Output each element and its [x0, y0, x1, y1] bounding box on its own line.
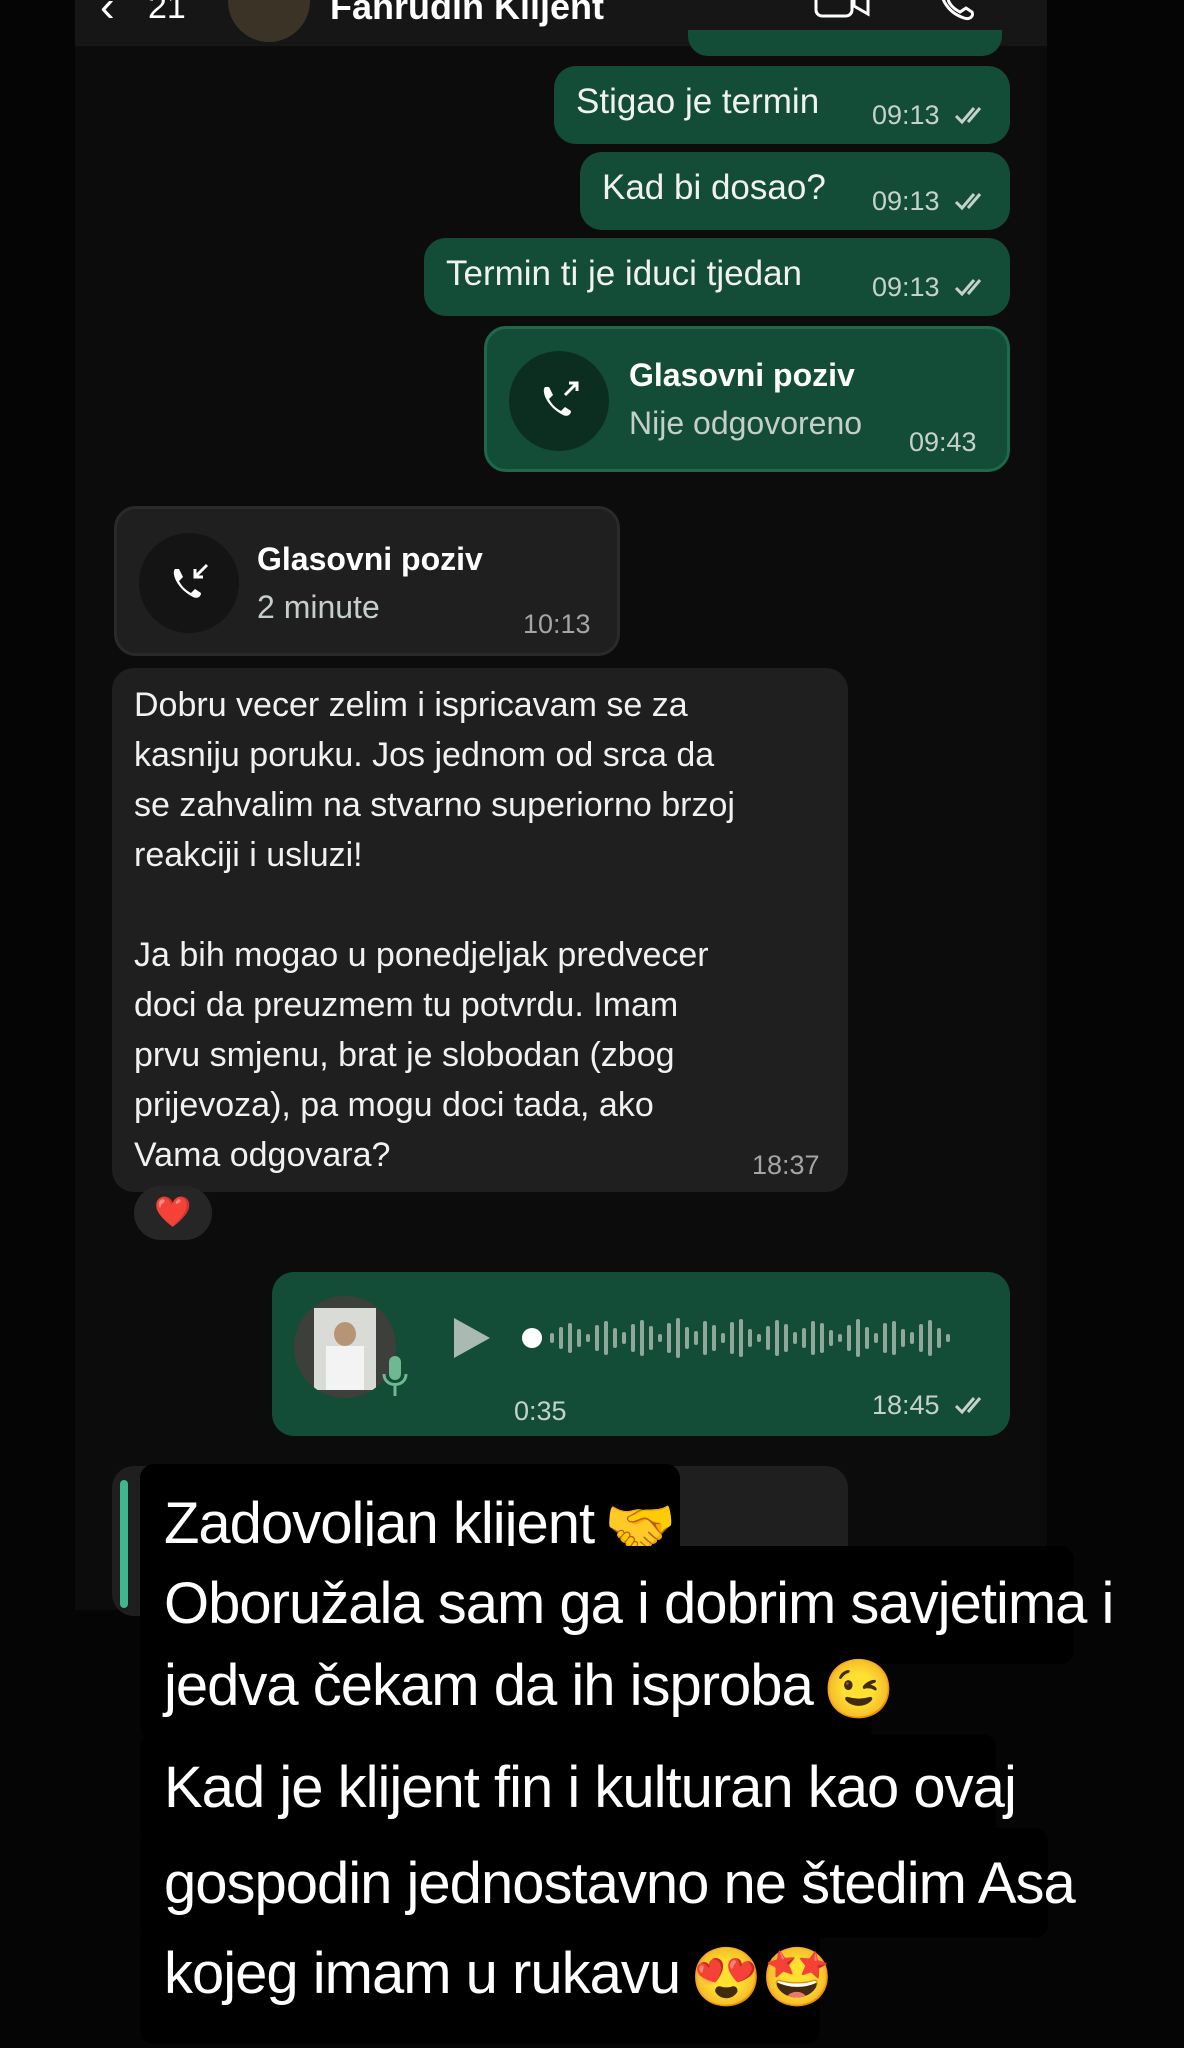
waveform-bar — [604, 1321, 608, 1355]
waveform-bar — [613, 1328, 617, 1348]
outgoing-call-icon — [509, 351, 609, 451]
message-time: 09:13 — [872, 186, 940, 216]
message-text: Kad bi dosao? — [602, 168, 826, 207]
voice-message[interactable]: 0:35 18:45 — [272, 1272, 1010, 1436]
read-ticks-icon — [954, 279, 982, 297]
video-camera-icon[interactable] — [814, 0, 870, 18]
waveform-bar — [622, 1332, 626, 1344]
back-chevron-icon[interactable]: ‹ — [100, 0, 115, 32]
message-time: 09:13 — [872, 100, 940, 130]
waveform-bar — [550, 1333, 554, 1343]
message-time: 18:37 — [752, 1150, 820, 1180]
quote-bar — [120, 1480, 128, 1608]
outgoing-message[interactable]: Kad bi dosao? 09:13 — [580, 152, 1010, 230]
outgoing-message[interactable]: Termin ti je iduci tjedan 09:13 — [424, 238, 1010, 316]
waveform-bar — [667, 1323, 671, 1353]
call-status: Nije odgovoreno — [629, 405, 863, 441]
waveform-bar — [802, 1328, 806, 1348]
read-ticks-icon — [954, 107, 982, 125]
waveform[interactable] — [522, 1308, 962, 1368]
waveform-bar — [739, 1319, 743, 1357]
phone-icon[interactable] — [936, 0, 976, 22]
message-time: 10:13 — [523, 609, 591, 639]
winking-face-emoji: 😉 — [822, 1656, 895, 1722]
waveform-bar — [901, 1329, 905, 1347]
waveform-bar — [568, 1323, 572, 1353]
story-text-line: Kad je klijent fin i kulturan kao ovaj — [140, 1734, 1017, 1842]
story-text-line: jedva čekam da ih isproba 😉 — [140, 1644, 895, 1740]
incoming-call-bubble[interactable]: Glasovni poziv 2 minute 10:13 — [114, 506, 620, 656]
waveform-bar — [658, 1334, 662, 1342]
message-paragraph: Ja bih mogao u ponedjeljak predvecer doc… — [134, 936, 709, 1174]
waveform-bar — [793, 1332, 797, 1344]
waveform-bar — [577, 1329, 581, 1347]
waveform-bar — [640, 1320, 644, 1356]
read-ticks-icon — [954, 1397, 982, 1415]
incoming-message[interactable]: Dobru vecer zelim i ispricavam se za kas… — [112, 668, 848, 1192]
waveform-bar — [919, 1324, 923, 1352]
message-paragraph: Dobru vecer zelim i ispricavam se za kas… — [134, 686, 735, 874]
story-text-line: kojeg imam u rukavu 😍🤩 — [140, 1924, 834, 2044]
previous-message-bubble[interactable] — [688, 30, 1002, 56]
waveform-bar — [730, 1322, 734, 1354]
waveform-bar — [928, 1320, 932, 1356]
waveform-bar — [775, 1320, 779, 1356]
waveform-bar — [676, 1318, 680, 1358]
playhead[interactable] — [522, 1328, 542, 1348]
waveform-bar — [820, 1323, 824, 1353]
waveform-bar — [595, 1325, 599, 1351]
outgoing-message[interactable]: Stigao je termin 09:13 — [554, 66, 1010, 144]
waveform-bar — [784, 1324, 788, 1352]
screen: ‹ 21 Fahrudin Klijent Stigao je termin 0… — [0, 0, 1184, 2048]
waveform-bar — [766, 1326, 770, 1350]
waveform-bar — [865, 1327, 869, 1349]
waveform-bar — [586, 1334, 590, 1342]
sender-avatar — [294, 1296, 396, 1398]
waveform-bar — [703, 1321, 707, 1355]
waveform-bar — [685, 1327, 689, 1349]
heart-icon: ❤️ — [154, 1196, 192, 1229]
waveform-bar — [838, 1334, 842, 1342]
contact-name[interactable]: Fahrudin Klijent — [330, 0, 604, 28]
unread-count[interactable]: 21 — [148, 0, 186, 27]
waveform-bar — [937, 1328, 941, 1348]
incoming-call-icon — [139, 533, 239, 633]
waveform-bar — [856, 1319, 860, 1357]
story-text-line: gospodin jednostavno ne štedim Asa — [140, 1828, 1076, 1938]
message-text: Termin ti je iduci tjedan — [446, 254, 802, 293]
waveform-bar — [748, 1329, 752, 1347]
microphone-icon — [382, 1356, 408, 1396]
play-icon[interactable] — [450, 1314, 494, 1362]
call-title: Glasovni poziv — [257, 541, 483, 577]
call-duration: 2 minute — [257, 589, 380, 625]
waveform-bar — [694, 1331, 698, 1345]
waveform-bar — [946, 1334, 950, 1342]
heart-eyes-star-struck-emoji: 😍🤩 — [690, 1944, 833, 2010]
waveform-bar — [721, 1333, 725, 1343]
call-title: Glasovni poziv — [629, 357, 855, 393]
message-time: 09:43 — [909, 427, 977, 457]
waveform-bar — [829, 1330, 833, 1346]
message-time: 18:45 — [872, 1390, 940, 1420]
waveform-bar — [811, 1321, 815, 1355]
message-time: 09:13 — [872, 272, 940, 302]
waveform-bar — [712, 1325, 716, 1351]
waveform-bar — [559, 1327, 563, 1349]
message-text: Stigao je termin — [576, 82, 820, 121]
waveform-bar — [847, 1325, 851, 1351]
waveform-bar — [883, 1323, 887, 1353]
read-ticks-icon — [954, 193, 982, 211]
waveform-bar — [874, 1333, 878, 1343]
waveform-bar — [757, 1334, 761, 1342]
reaction-badge[interactable]: ❤️ — [134, 1186, 212, 1240]
outgoing-call-bubble[interactable]: Glasovni poziv Nije odgovoreno 09:43 — [484, 326, 1010, 472]
waveform-bar — [910, 1332, 914, 1344]
voice-duration: 0:35 — [514, 1396, 567, 1426]
waveform-bar — [892, 1321, 896, 1355]
waveform-bar — [649, 1326, 653, 1350]
waveform-bar — [631, 1324, 635, 1352]
